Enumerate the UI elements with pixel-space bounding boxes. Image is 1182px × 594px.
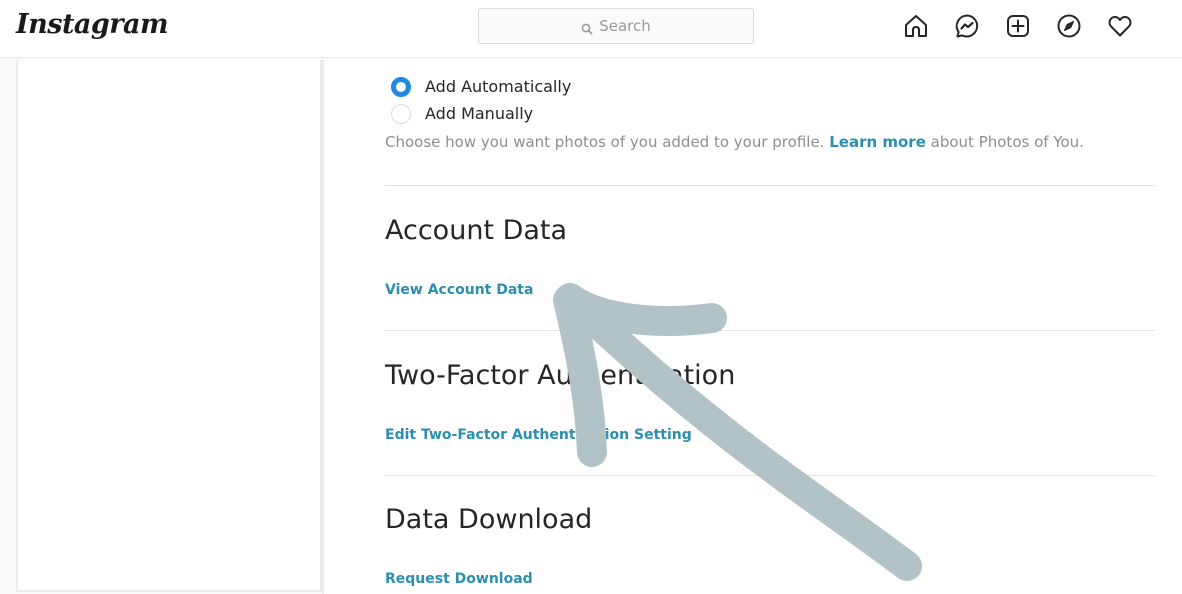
- account-data-heading: Account Data: [385, 215, 568, 246]
- edit-two-factor-settings-link[interactable]: Edit Two-Factor Authentication Setting: [385, 427, 692, 443]
- new-post-icon: [1007, 15, 1029, 37]
- photos-of-you-help-text: Choose how you want photos of you added …: [385, 133, 1155, 151]
- explore-icon: [1057, 14, 1081, 38]
- radio-add-manually[interactable]: Add Manually: [385, 100, 1155, 127]
- activity-button[interactable]: [1104, 10, 1136, 42]
- new-post-button[interactable]: [1002, 10, 1034, 42]
- learn-more-link[interactable]: Learn more: [829, 133, 926, 151]
- direct-messages-button[interactable]: [951, 10, 983, 42]
- nav-icons: [900, 10, 1136, 42]
- radio-selected-icon[interactable]: [391, 76, 411, 97]
- radio-add-automatically[interactable]: Add Automatically: [385, 73, 1155, 100]
- two-factor-authentication-heading: Two-Factor Authentication: [385, 360, 736, 391]
- photos-of-you-options: Add Automatically Add Manually Choose ho…: [385, 73, 1155, 151]
- search-icon: [581, 20, 593, 35]
- messenger-icon: [955, 14, 979, 38]
- search-placeholder: Search: [599, 17, 651, 35]
- radio-label: Add Manually: [425, 104, 534, 123]
- activity-heart-icon: [1108, 15, 1132, 37]
- view-account-data-link[interactable]: View Account Data: [385, 282, 533, 298]
- settings-main-panel: Add Automatically Add Manually Choose ho…: [322, 60, 1182, 594]
- home-icon: [905, 15, 927, 37]
- section-divider: [385, 330, 1155, 331]
- home-button[interactable]: [900, 10, 932, 42]
- request-download-link[interactable]: Request Download: [385, 571, 533, 587]
- radio-unselected-icon[interactable]: [391, 103, 411, 124]
- radio-label: Add Automatically: [425, 77, 572, 96]
- settings-sidebar: [16, 60, 322, 592]
- data-download-heading: Data Download: [385, 504, 593, 535]
- search-input[interactable]: Search: [478, 8, 754, 44]
- explore-button[interactable]: [1053, 10, 1085, 42]
- top-navigation-bar: Instagram Search: [0, 0, 1182, 58]
- section-divider: [385, 475, 1155, 476]
- section-divider: [385, 185, 1155, 186]
- help-text-suffix: about Photos of You.: [925, 133, 1084, 151]
- help-text-prefix: Choose how you want photos of you added …: [385, 133, 830, 151]
- instagram-logo[interactable]: Instagram: [16, 9, 169, 40]
